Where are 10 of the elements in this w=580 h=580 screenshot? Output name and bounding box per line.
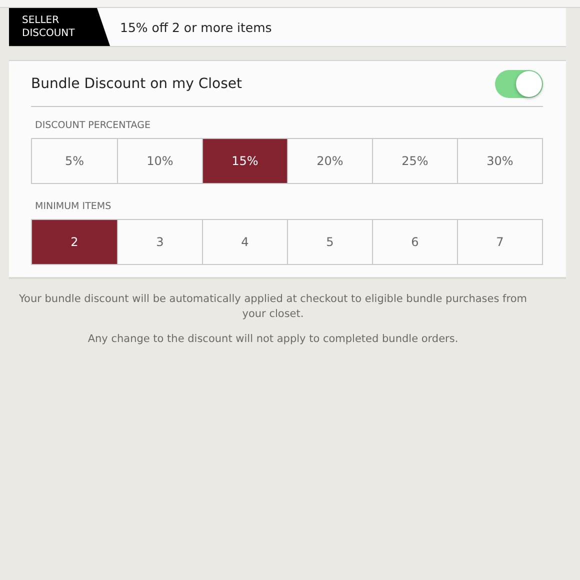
info-text: Your bundle discount will be automatically applied at checkout to eligible bundle purchases from your closet.	[18, 292, 528, 322]
discount-summary: 15% off 2 or more items	[120, 20, 272, 34]
section-heading: MINIMUM ITEMS	[35, 201, 112, 212]
toggle-switch[interactable]	[495, 70, 543, 98]
option-button[interactable]: 15%	[202, 139, 287, 183]
option-button[interactable]: 2	[32, 220, 117, 264]
seller-discount-tag: SELLER DISCOUNT	[9, 8, 110, 46]
bundle-discount-label: Bundle Discount on my Closet	[31, 76, 242, 92]
section-heading: DISCOUNT PERCENTAGE	[35, 120, 152, 131]
info-text: Any change to the discount will not apply to completed bundle orders.	[86, 332, 460, 347]
